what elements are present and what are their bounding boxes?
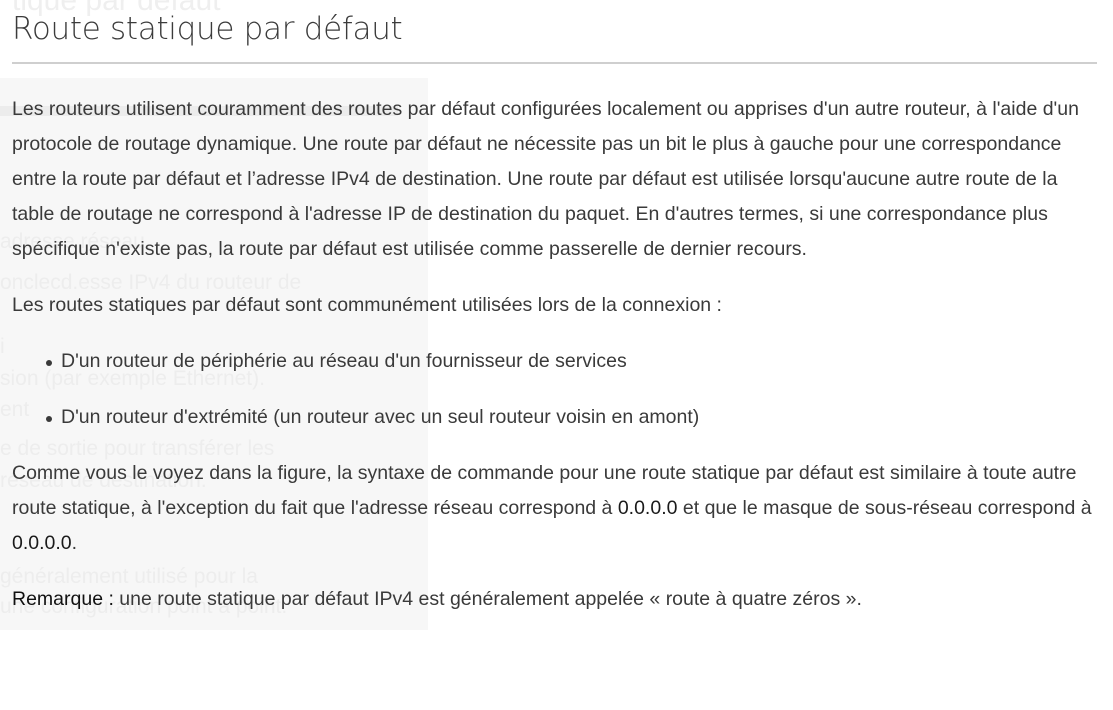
page-title: Route statique par défaut xyxy=(12,11,403,47)
remark-label: Remarque : xyxy=(12,588,114,610)
subnet-mask-value: 0.0.0.0 xyxy=(12,532,72,554)
title-divider xyxy=(12,62,1097,64)
syntax-paragraph: Comme vous le voyez dans la figure, la s… xyxy=(12,456,1092,561)
list-item: D'un routeur d'extrémité (un routeur ave… xyxy=(46,400,1101,435)
syntax-text-part3: . xyxy=(71,532,78,554)
main-content: Route statique par défaut Les routeurs u… xyxy=(0,0,1113,617)
usage-intro-paragraph: Les routes statiques par défaut sont com… xyxy=(12,294,722,316)
network-address-value: 0.0.0.0 xyxy=(617,497,678,519)
syntax-text-part2: et que le masque de sous-réseau correspo… xyxy=(677,497,1092,519)
remark-paragraph: Remarque : une route statique par défaut… xyxy=(12,582,1092,617)
remark-text: une route statique par défaut IPv4 est g… xyxy=(113,588,862,610)
intro-paragraph: Les routeurs utilisent couramment des ro… xyxy=(12,98,1079,260)
usage-list: D'un routeur de périphérie au réseau d'u… xyxy=(12,344,1101,435)
list-item: D'un routeur de périphérie au réseau d'u… xyxy=(46,344,1101,379)
